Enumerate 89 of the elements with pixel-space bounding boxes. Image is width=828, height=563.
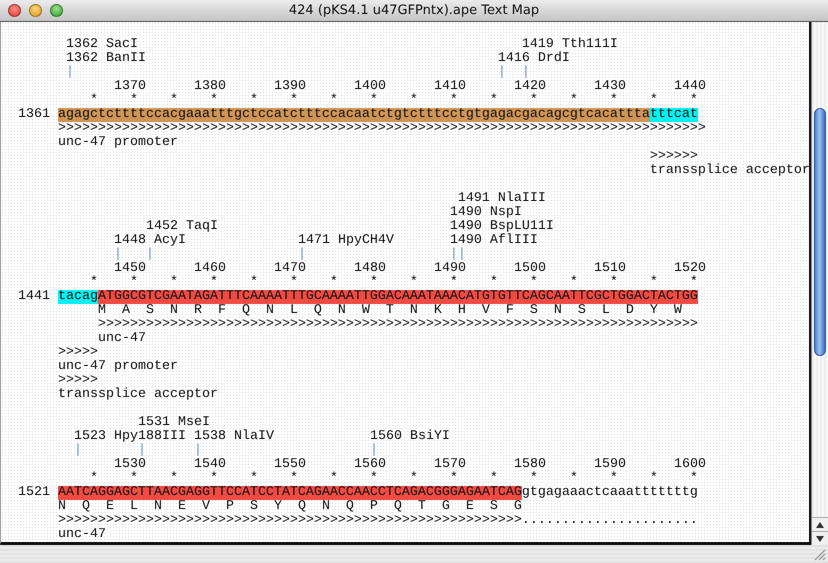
zoom-button[interactable]	[50, 4, 63, 17]
cut-site-tick: |	[450, 247, 458, 262]
ruler-number: 1370	[114, 79, 146, 94]
ruler-number: 1510	[594, 261, 626, 276]
feature-arrow: >>>>>>>>>>>>>>>>>>>>>>>>>>>>>>>>>>>>>>>>>>>>>>>>>>>>>>>>>>>>>>>>>>>>>>>>>>>	[98, 317, 698, 332]
feature-arrow: >>>>>>	[650, 149, 698, 164]
feature-label: unc-47 promoter	[58, 359, 178, 374]
highlighted-sequence: AATCAGGAGCTTAACGAGGTTCCATCCTATCAGAACCAACCTCAGACGGGAGAATCAG	[58, 486, 522, 500]
cut-site-tick: |	[114, 247, 122, 262]
feature-arrow: >>>>>>>>>>>>>>>>>>>>>>>>>>>>>>>>>>>>>>>>>>>>>>>>>>>>>>>>>>>>>>>>>>>>>>>>>>>>>>>>>	[58, 121, 706, 136]
highlighted-sequence: tacag	[58, 290, 98, 304]
ruler-number: 1600	[674, 457, 706, 472]
cut-site-tick: |	[194, 443, 202, 458]
ruler-number: 1380	[194, 79, 226, 94]
cut-site-tick: |	[138, 443, 146, 458]
up-arrow-icon	[816, 522, 824, 528]
ruler-stars: * * * * * * * * * * * * * * * *	[90, 93, 698, 108]
ruler-stars: * * * * * * * * * * * * * * * *	[90, 471, 698, 486]
highlighted-sequence: tttcat	[650, 108, 698, 122]
feature-label: unc-47 promoter	[58, 135, 178, 150]
translation-text: M A S N R F Q N L Q N W T N K H V F S N S L D Y W	[98, 303, 682, 318]
ruler-number: 1450	[114, 261, 146, 276]
restriction-site-label: 1491 NlaIII	[458, 191, 546, 206]
restriction-site-label: 1523 Hpy188III	[74, 429, 186, 444]
ruler-number: 1390	[274, 79, 306, 94]
window-title: 424 (pKS4.1 u47GFPntx).ape Text Map	[288, 3, 540, 18]
sequence-number: 1361	[18, 107, 50, 122]
ruler-number: 1490	[434, 261, 466, 276]
feature-label: unc-47	[98, 331, 146, 346]
ruler-number: 1560	[354, 457, 386, 472]
cut-site-tick: |	[370, 443, 378, 458]
feature-arrow: >>>>>	[58, 373, 98, 388]
restriction-site-label: 1471 HpyCH4V	[298, 233, 394, 248]
scroll-down-button[interactable]	[812, 531, 828, 545]
ruler-number: 1580	[514, 457, 546, 472]
feature-label: unc-47	[58, 527, 106, 542]
ruler-number: 1550	[274, 457, 306, 472]
sequence-text: gtgagaaactcaaatttttttg	[522, 486, 698, 500]
cut-site-tick: |	[522, 65, 530, 80]
ruler-number: 1440	[674, 79, 706, 94]
minimize-button[interactable]	[29, 4, 42, 17]
restriction-site-label: 1538 NlaIV	[194, 429, 274, 444]
ruler-number: 1520	[674, 261, 706, 276]
ruler-number: 1400	[354, 79, 386, 94]
restriction-site-label: 1416 DrdI	[498, 51, 570, 66]
resize-grip-icon[interactable]	[814, 549, 826, 561]
feature-label: transsplice acceptor	[650, 163, 809, 178]
sequence-number: 1521	[18, 485, 50, 500]
close-button[interactable]	[8, 4, 21, 17]
sequence-number: 1441	[18, 289, 50, 304]
ruler-number: 1460	[194, 261, 226, 276]
cut-site-tick: |	[146, 247, 154, 262]
feature-arrow: >>>>>	[58, 345, 98, 360]
restriction-site-label: 1362 SacI	[66, 37, 138, 52]
feature-arrow: >>>>>>>>>>>>>>>>>>>>>>>>>>>>>>>>>>>>>>>>>>>>>>>>>>>>>>>>>>	[58, 513, 522, 528]
feature-label: transsplice acceptor	[58, 387, 218, 402]
highlighted-sequence: ATGGCGTCGAATAGATTTCAAAATTTGCAAAATTGGACAAATAAACATGTGTTCAGCAATTCGCTGGACTACTGG	[98, 290, 698, 304]
scroll-up-button[interactable]	[812, 517, 828, 531]
restriction-site-label: 1452 TaqI	[146, 219, 218, 234]
ruler-number: 1410	[434, 79, 466, 94]
cut-site-tick: |	[458, 247, 466, 262]
cut-site-tick: |	[66, 65, 74, 80]
cut-site-tick: |	[298, 247, 306, 262]
scrollbar-track[interactable]	[811, 22, 828, 545]
ruler-number: 1570	[434, 457, 466, 472]
restriction-site-label: 1531 MseI	[138, 415, 210, 430]
scrollbar-thumb[interactable]	[814, 108, 826, 356]
restriction-site-label: 1490 AflIII	[450, 233, 538, 248]
restriction-site-label: 1419 Tth111I	[522, 37, 618, 52]
ruler-number: 1540	[194, 457, 226, 472]
ruler-number: 1530	[114, 457, 146, 472]
restriction-site-label: 1560 BsiYI	[370, 429, 450, 444]
ruler-number: 1590	[594, 457, 626, 472]
ruler-stars: * * * * * * * * * * * * * * * *	[90, 275, 698, 290]
restriction-site-label: 1490 BspLU11I	[450, 219, 554, 234]
down-arrow-icon	[816, 536, 824, 542]
ruler-number: 1420	[514, 79, 546, 94]
highlighted-sequence: agagctcttttccacgaaatttgctccatctttccacaatctgtctttcctgtgagacgacagcgtcacattta	[58, 108, 650, 122]
restriction-site-label: 1362 BanII	[66, 51, 146, 66]
cut-site-tick: |	[74, 443, 82, 458]
cut-site-tick: |	[498, 65, 506, 80]
restriction-site-label: 1448 AcyI	[114, 233, 186, 248]
ruler-number: 1500	[514, 261, 546, 276]
ruler-number: 1430	[594, 79, 626, 94]
ruler-number: 1480	[354, 261, 386, 276]
translation-text: N Q E L N E V P S Y Q N Q P Q T G E S G	[58, 499, 522, 514]
restriction-site-label: 1490 NspI	[450, 205, 522, 220]
feature-arrow: ......................	[522, 513, 698, 528]
ruler-number: 1470	[274, 261, 306, 276]
